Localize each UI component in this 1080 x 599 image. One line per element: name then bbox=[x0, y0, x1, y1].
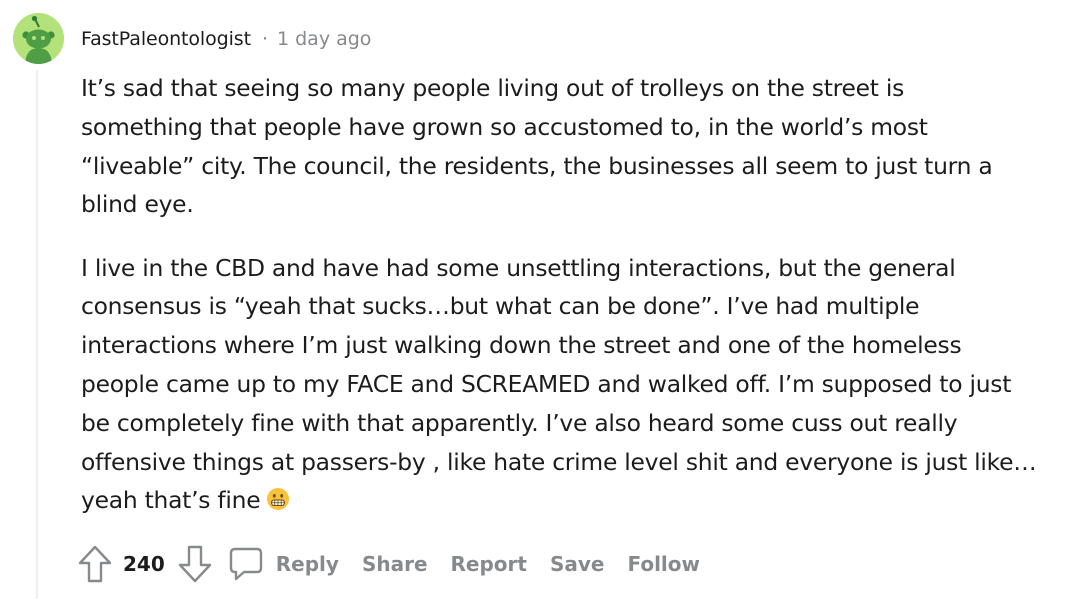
comment-actions: 240 Reply Share Report Save Follow bbox=[78, 544, 700, 584]
comment-line-text: yeah that’s fine bbox=[81, 486, 261, 515]
reply-label: Reply bbox=[275, 552, 339, 576]
comment-line: interactions where I’m just walking down… bbox=[81, 331, 962, 360]
comment-line: be completely fine with that apparently.… bbox=[81, 408, 958, 437]
comment-line: something that people have grown so accu… bbox=[81, 112, 928, 141]
meta-separator: · bbox=[261, 28, 268, 50]
comment-body: It’s sad that seeing so many people livi… bbox=[81, 69, 1066, 523]
comment-meta: FastPaleontologist · 1 day ago bbox=[81, 24, 371, 54]
timestamp[interactable]: 1 day ago bbox=[277, 28, 371, 50]
thread-line[interactable] bbox=[36, 70, 38, 599]
vote-score: 240 bbox=[123, 552, 165, 576]
report-button[interactable]: Report bbox=[451, 552, 527, 576]
comment-line: consensus is “yeah that sucks…but what c… bbox=[81, 292, 920, 321]
comment-bubble-icon bbox=[228, 546, 264, 582]
comment-line: “liveable” city. The council, the reside… bbox=[81, 151, 993, 180]
comment-line: offensive things at passers-by , like ha… bbox=[81, 447, 1037, 476]
author-name[interactable]: FastPaleontologist bbox=[81, 28, 251, 50]
avatar[interactable] bbox=[13, 13, 64, 64]
share-button[interactable]: Share bbox=[362, 552, 428, 576]
comment-line: yeah that’s fine bbox=[81, 481, 1066, 523]
snoo-avatar-icon bbox=[13, 13, 64, 64]
upvote-icon[interactable] bbox=[78, 545, 112, 583]
save-button[interactable]: Save bbox=[550, 552, 605, 576]
comment: FastPaleontologist · 1 day ago It’s sad … bbox=[0, 0, 1080, 599]
downvote-icon[interactable] bbox=[178, 545, 212, 583]
comment-line: blind eye. bbox=[81, 190, 194, 219]
reply-button[interactable]: Reply bbox=[228, 546, 339, 582]
grimacing-face-icon bbox=[266, 484, 290, 523]
comment-line: It’s sad that seeing so many people livi… bbox=[81, 74, 905, 102]
comment-line: I live in the CBD and have had some unse… bbox=[81, 253, 956, 282]
comment-line: people came up to my FACE and SCREAMED a… bbox=[81, 370, 1012, 399]
follow-button[interactable]: Follow bbox=[627, 552, 700, 576]
